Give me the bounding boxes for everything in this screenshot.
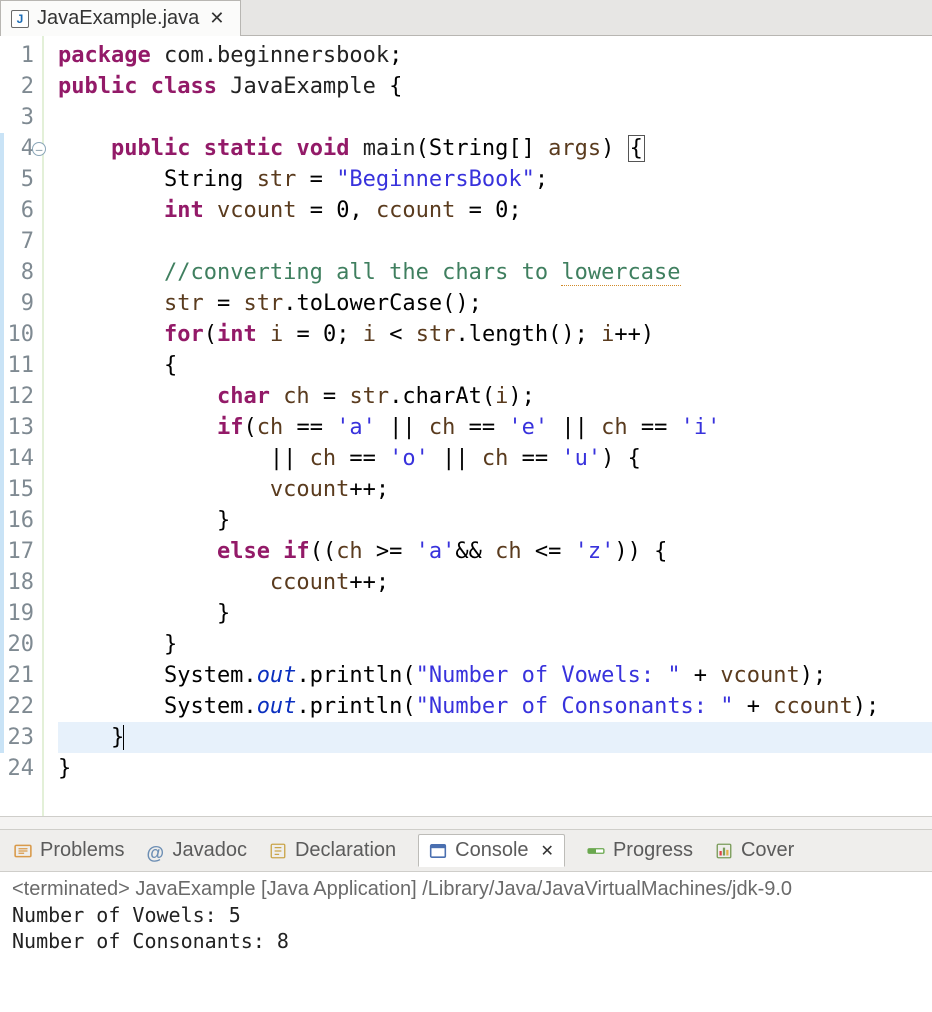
console-output-line: Number of Vowels: 5 (12, 903, 920, 929)
console-output-line: Number of Consonants: 8 (12, 929, 920, 955)
code-editor[interactable]: 1234–56789101112131415161718192021222324… (0, 36, 932, 816)
code-line[interactable]: package com.beginnersbook; (58, 40, 932, 71)
editor-tab-label: JavaExample.java (37, 7, 199, 30)
line-number: 10 (0, 319, 34, 350)
code-line[interactable]: str = str.toLowerCase(); (58, 288, 932, 319)
view-tab-label: Problems (40, 839, 124, 862)
fold-toggle-icon[interactable]: – (32, 142, 46, 156)
pane-separator[interactable] (0, 816, 932, 830)
line-number: 7 (0, 226, 34, 257)
view-tab-label: Javadoc (172, 839, 247, 862)
code-line[interactable]: public class JavaExample { (58, 71, 932, 102)
code-line[interactable]: || ch == 'o' || ch == 'u') { (58, 443, 932, 474)
code-line[interactable]: vcount++; (58, 474, 932, 505)
line-number: 14 (0, 443, 34, 474)
code-line[interactable]: { (58, 350, 932, 381)
code-line[interactable]: else if((ch >= 'a'&& ch <= 'z')) { (58, 536, 932, 567)
console-status: <terminated> JavaExample [Java Applicati… (12, 878, 920, 901)
line-number-gutter: 1234–56789101112131415161718192021222324 (0, 36, 44, 816)
line-number: 17 (0, 536, 34, 567)
problems-icon (14, 842, 32, 860)
code-line[interactable]: int vcount = 0, ccount = 0; (58, 195, 932, 226)
line-number: 18 (0, 567, 34, 598)
close-icon[interactable]: ✕ (541, 841, 554, 861)
line-number: 20 (0, 629, 34, 660)
view-tab-declaration[interactable]: Declaration (269, 839, 396, 862)
line-number: 5 (0, 164, 34, 195)
code-line[interactable]: } (58, 598, 932, 629)
code-line[interactable]: ccount++; (58, 567, 932, 598)
line-number: 21 (0, 660, 34, 691)
views-tabbar: Problems @ Javadoc Declaration Console ✕ Progr… (0, 830, 932, 872)
line-number: 19 (0, 598, 34, 629)
view-tab-label: Console (455, 839, 528, 862)
line-number: 9 (0, 288, 34, 319)
code-area[interactable]: package com.beginnersbook;public class J… (44, 36, 932, 816)
declaration-icon (269, 842, 287, 860)
line-number: 23 (0, 722, 34, 753)
editor-tabbar: J JavaExample.java ✕ (0, 0, 932, 36)
line-number: 4– (0, 133, 34, 164)
code-line[interactable]: //converting all the chars to lowercase (58, 257, 932, 288)
view-tab-coverage[interactable]: Cover (715, 839, 794, 862)
javadoc-icon: @ (146, 842, 164, 860)
line-number: 22 (0, 691, 34, 722)
line-number: 13 (0, 412, 34, 443)
line-number: 8 (0, 257, 34, 288)
line-number: 12 (0, 381, 34, 412)
console-icon (429, 842, 447, 860)
java-file-icon: J (11, 10, 29, 28)
view-tab-label: Cover (741, 839, 794, 862)
view-tab-label: Progress (613, 839, 693, 862)
line-number: 2 (0, 71, 34, 102)
code-line[interactable]: } (58, 505, 932, 536)
line-number: 11 (0, 350, 34, 381)
view-tab-label: Declaration (295, 839, 396, 862)
code-line[interactable]: System.out.println("Number of Consonants… (58, 691, 932, 722)
line-number: 1 (0, 40, 34, 71)
line-number: 3 (0, 102, 34, 133)
view-tab-javadoc[interactable]: @ Javadoc (146, 839, 247, 862)
code-line[interactable]: } (58, 722, 932, 753)
line-number: 6 (0, 195, 34, 226)
code-line[interactable]: } (58, 629, 932, 660)
progress-icon (587, 842, 605, 860)
code-line[interactable]: } (58, 753, 932, 784)
console-view: <terminated> JavaExample [Java Applicati… (0, 872, 932, 961)
view-tab-problems[interactable]: Problems (14, 839, 124, 862)
code-line[interactable] (58, 102, 932, 133)
line-number: 15 (0, 474, 34, 505)
code-line[interactable] (58, 226, 932, 257)
editor-tab[interactable]: J JavaExample.java ✕ (0, 0, 241, 36)
view-tab-console[interactable]: Console ✕ (418, 834, 565, 867)
code-line[interactable]: public static void main(String[] args) { (58, 133, 932, 164)
code-line[interactable]: for(int i = 0; i < str.length(); i++) (58, 319, 932, 350)
code-line[interactable]: System.out.println("Number of Vowels: " … (58, 660, 932, 691)
code-line[interactable]: if(ch == 'a' || ch == 'e' || ch == 'i' (58, 412, 932, 443)
coverage-icon (715, 842, 733, 860)
code-line[interactable]: char ch = str.charAt(i); (58, 381, 932, 412)
view-tab-progress[interactable]: Progress (587, 839, 693, 862)
line-number: 16 (0, 505, 34, 536)
close-icon[interactable]: ✕ (207, 8, 226, 29)
code-line[interactable]: String str = "BeginnersBook"; (58, 164, 932, 195)
line-number: 24 (0, 753, 34, 784)
